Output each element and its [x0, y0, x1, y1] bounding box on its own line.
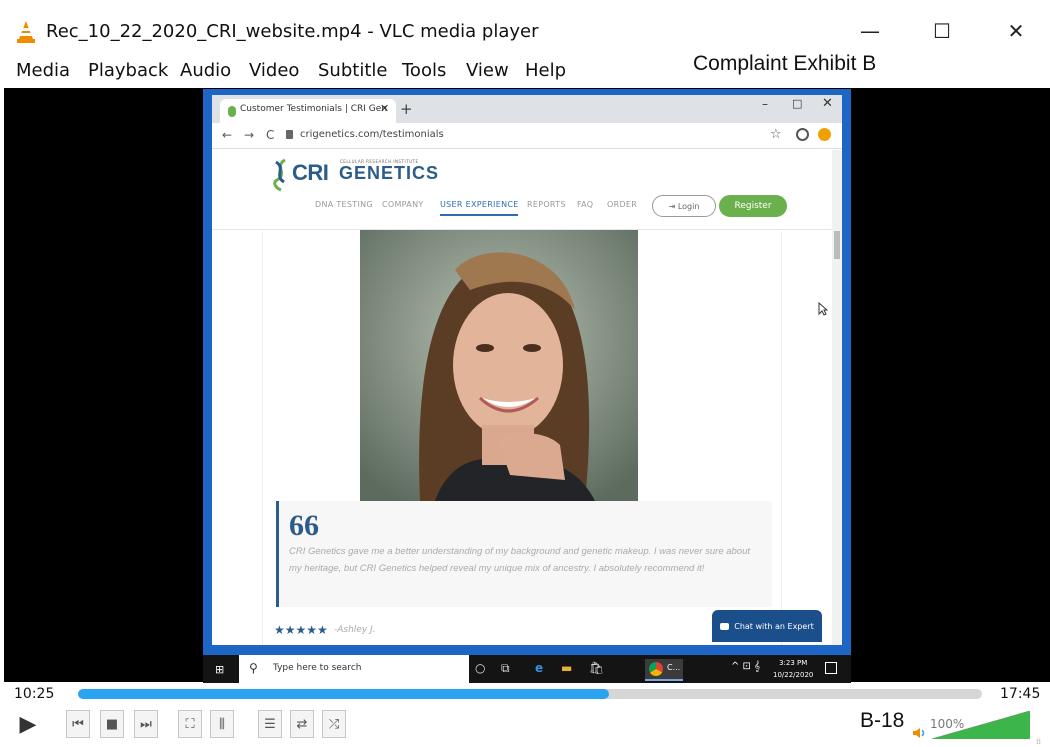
nav-reports[interactable]: REPORTS: [527, 200, 566, 209]
menu-view[interactable]: View: [466, 60, 509, 81]
active-nav-underline: [440, 214, 518, 216]
browser-toolbar: ← → C crigenetics.com/testimonials ☆: [212, 123, 842, 149]
browser-minimize-button[interactable]: –: [762, 97, 768, 111]
nav-company[interactable]: COMPANY: [382, 200, 424, 209]
clock-date: 10/22/2020: [773, 671, 814, 679]
browser-close-button[interactable]: ✕: [822, 96, 833, 111]
shuffle-button[interactable]: ⤮: [322, 710, 346, 738]
windows-taskbar: ⊞ ⚲ Type here to search ○ ⧉ e ▬ 🛍 C... ^…: [203, 655, 851, 683]
taskbar-search-placeholder: Type here to search: [273, 663, 362, 673]
chrome-icon: [649, 662, 663, 676]
clock-time: 3:23 PM: [779, 659, 808, 667]
account-icon[interactable]: [796, 128, 809, 141]
chat-with-expert-button[interactable]: Chat with an Expert: [712, 610, 822, 642]
reviewer-name: -Ashley J.: [334, 625, 376, 635]
notification-icon[interactable]: [825, 662, 837, 674]
taskbar-clock[interactable]: 3:23 PM 10/22/2020: [773, 657, 813, 681]
mouse-cursor-icon: [818, 302, 828, 316]
maximize-button[interactable]: ☐: [922, 16, 962, 46]
loop-button[interactable]: ⇄: [290, 710, 314, 738]
lock-icon: [286, 130, 293, 139]
menu-playback[interactable]: Playback: [88, 60, 168, 81]
forward-button[interactable]: →: [244, 128, 254, 142]
close-button[interactable]: ✕: [996, 16, 1036, 46]
vlc-cone-icon: [17, 21, 35, 43]
testimonial-photo: [360, 230, 638, 501]
logo-cri[interactable]: CRI: [292, 160, 329, 186]
search-icon: ⚲: [249, 661, 258, 675]
browser-alert-icon[interactable]: [818, 128, 831, 141]
browser-maximize-button[interactable]: □: [792, 97, 802, 110]
menu-video[interactable]: Video: [249, 60, 299, 81]
scrollbar-thumb[interactable]: [834, 231, 840, 259]
taskbar-search-box[interactable]: ⚲ Type here to search: [239, 655, 469, 683]
bookmark-star-icon[interactable]: ☆: [770, 127, 782, 142]
rating-stars: ★★★★★: [274, 623, 328, 637]
nav-user-experience[interactable]: USER EXPERIENCE: [440, 200, 519, 209]
address-bar[interactable]: crigenetics.com/testimonials: [300, 129, 444, 140]
back-button[interactable]: ←: [222, 128, 232, 142]
browser-window: Customer Testimonials | CRI Gen ✕ + – □ …: [212, 95, 842, 645]
testimonial-text: CRI Genetics gave me a better understand…: [289, 546, 751, 574]
nav-order[interactable]: ORDER: [607, 200, 637, 209]
reload-button[interactable]: C: [266, 128, 274, 142]
window-title: Rec_10_22_2020_CRI_website.mp4 - VLC med…: [46, 21, 539, 42]
tab-close-icon[interactable]: ✕: [380, 102, 389, 115]
playlist-button[interactable]: ☰: [258, 710, 282, 738]
nav-dna-testing[interactable]: DNA TESTING: [315, 200, 373, 209]
menu-help[interactable]: Help: [525, 60, 566, 81]
total-time: 17:45: [1000, 686, 1041, 702]
tab-title: Customer Testimonials | CRI Gen: [240, 104, 388, 114]
volume-slider[interactable]: [932, 711, 1030, 739]
nav-faq[interactable]: FAQ: [577, 200, 593, 209]
taskbar-chrome-button[interactable]: C...: [645, 659, 683, 681]
previous-button[interactable]: ⏮: [66, 710, 90, 738]
new-tab-button[interactable]: +: [400, 100, 413, 118]
minimize-button[interactable]: —: [850, 16, 890, 46]
task-view-icon[interactable]: ⧉: [501, 661, 510, 676]
menu-audio[interactable]: Audio: [180, 60, 231, 81]
browser-tab[interactable]: Customer Testimonials | CRI Gen ✕: [220, 99, 396, 123]
menu-subtitle[interactable]: Subtitle: [318, 60, 387, 81]
register-button[interactable]: Register: [719, 195, 787, 217]
logo-genetics[interactable]: GENETICS: [339, 163, 439, 184]
stop-button[interactable]: ■: [100, 710, 124, 738]
exhibit-page-label: B-18: [860, 709, 905, 732]
resize-grip[interactable]: ⁞⁞: [1036, 737, 1041, 746]
next-button[interactable]: ⏭: [134, 710, 158, 738]
player-controls: 10:25 17:45 ▶ ⏮ ■ ⏭ ⛶ ⫼ ☰ ⇄ ⤮ B-18 100% …: [0, 683, 1050, 747]
exhibit-label: Complaint Exhibit B: [693, 52, 877, 75]
file-explorer-icon[interactable]: ▬: [561, 661, 572, 675]
fullscreen-button[interactable]: ⛶: [178, 710, 202, 738]
windows-start-icon[interactable]: ⊞: [215, 663, 224, 676]
menu-media[interactable]: Media: [16, 60, 70, 81]
system-tray[interactable]: ^ ⊡ 𝄞: [731, 661, 760, 672]
quote-mark-icon: 66: [289, 509, 319, 542]
store-icon[interactable]: 🛍: [589, 661, 604, 675]
site-header: CRI CELLULAR RESEARCH INSTITUTE GENETICS…: [212, 150, 832, 230]
dna-helix-icon: [273, 158, 286, 192]
testimonial-quote-box: 66 CRI Genetics gave me a better underst…: [276, 501, 772, 607]
favicon-icon: [228, 106, 236, 117]
speaker-icon[interactable]: [912, 727, 926, 739]
login-button[interactable]: ⇥ Login: [652, 195, 716, 217]
chat-bubble-icon: [720, 622, 730, 630]
tab-strip: Customer Testimonials | CRI Gen ✕ + – □ …: [212, 95, 842, 123]
current-time: 10:25: [14, 686, 55, 702]
cortana-icon[interactable]: ○: [475, 661, 485, 675]
vlc-title-bar: Rec_10_22_2020_CRI_website.mp4 - VLC med…: [0, 0, 1050, 56]
menu-tools[interactable]: Tools: [402, 60, 446, 81]
edge-icon[interactable]: e: [535, 661, 543, 675]
seek-bar-progress[interactable]: [78, 689, 609, 699]
equalizer-button[interactable]: ⫼: [210, 710, 234, 738]
chat-label: Chat with an Expert: [734, 621, 814, 631]
menu-bar: Media Playback Audio Video Subtitle Tool…: [0, 56, 1050, 88]
page-scrollbar[interactable]: [832, 150, 842, 645]
taskbar-chrome-label: C...: [667, 663, 681, 672]
play-button[interactable]: ▶: [10, 710, 46, 738]
